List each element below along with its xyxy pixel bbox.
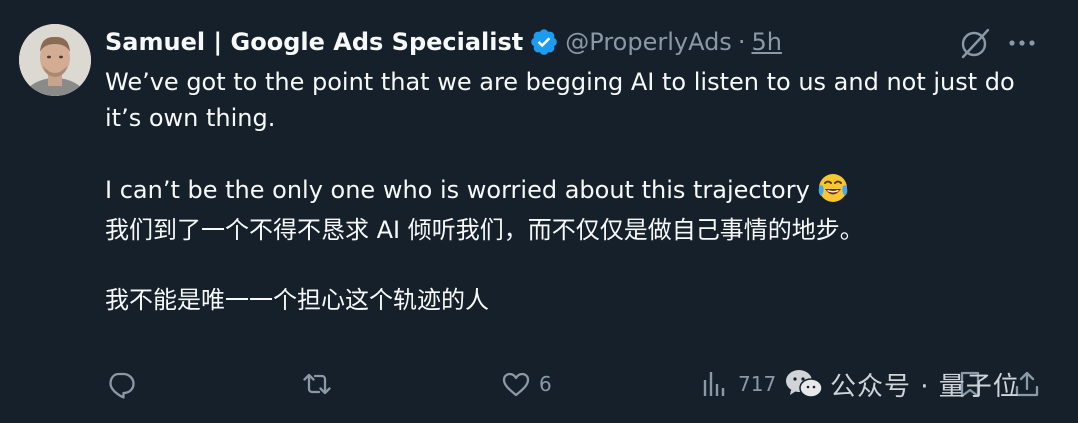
like-button[interactable]: 6 <box>501 362 552 406</box>
like-icon <box>502 372 530 397</box>
retweet-button[interactable] <box>302 362 340 406</box>
author-handle[interactable]: @ProperlyAds <box>565 26 732 58</box>
timestamp-link[interactable]: 5h <box>751 26 781 58</box>
tweet-card[interactable]: Samuel | Google Ads Specialist @Properly… <box>0 0 1078 423</box>
reply-icon <box>109 372 135 399</box>
tweet-header: Samuel | Google Ads Specialist @Properly… <box>105 26 782 58</box>
separator-dot: · <box>737 28 746 56</box>
wechat-watermark: 公众号 · 量子位 <box>784 362 1020 406</box>
views-icon <box>703 372 725 396</box>
tweet-text-line: I can’t be the only one who is worried a… <box>105 172 1045 208</box>
watermark-text: 公众号 · 量子位 <box>830 371 1020 402</box>
views-button[interactable]: 717 <box>700 362 776 406</box>
tweet-body: We’ve got to the point that we are beggi… <box>105 64 1045 318</box>
views-count: 717 <box>738 372 777 396</box>
more-icon[interactable] <box>1004 26 1040 60</box>
verified-badge-icon[interactable] <box>529 27 559 57</box>
tweet-text-fragment: I can’t be the only one who is worried a… <box>105 176 810 204</box>
tweet-text-line: We’ve got to the point that we are beggi… <box>105 68 1015 132</box>
grok-icon[interactable] <box>958 26 992 60</box>
tweet-text-line: 我不能是唯一一个担心这个轨迹的人 <box>105 286 489 314</box>
retweet-icon <box>303 373 331 395</box>
tears-of-joy-emoji-icon <box>817 172 849 204</box>
reply-button[interactable] <box>106 362 144 406</box>
wechat-icon <box>786 370 823 398</box>
avatar[interactable] <box>19 24 91 96</box>
tweet-text-line: 我们到了一个不得不恳求 AI 倾听我们，而不仅仅是做自己事情的地步。 <box>105 216 864 244</box>
author-name[interactable]: Samuel | Google Ads Specialist <box>105 26 523 58</box>
like-count: 6 <box>539 372 552 396</box>
